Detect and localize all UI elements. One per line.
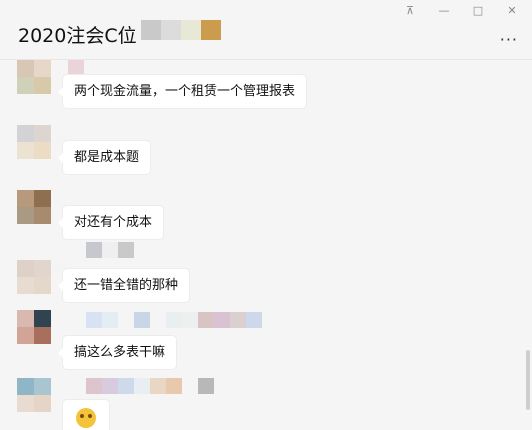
avatar[interactable] [17, 378, 51, 412]
message-bubble[interactable]: 还一错全错的那种 [57, 269, 190, 302]
more-icon[interactable]: ··· [500, 30, 518, 49]
chat-window: 2020注会C位 ⊼ — □ ✕ ··· 两个现金流量，一个租赁一个管理报表 都… [0, 0, 532, 430]
sender-name-redacted [68, 60, 84, 76]
emoji-bubble[interactable] [63, 400, 109, 430]
pin-icon[interactable]: ⊼ [404, 4, 416, 17]
avatar[interactable] [17, 310, 51, 344]
sender-name-redacted [86, 312, 262, 328]
title-bar: 2020注会C位 ⊼ — □ ✕ ··· [0, 0, 532, 60]
avatar[interactable] [17, 60, 51, 94]
message-bubble[interactable]: 搞这么多表干嘛 [57, 336, 177, 369]
message-bubble[interactable]: 对还有个成本 [57, 206, 164, 239]
crying-face-emoji-icon [76, 408, 96, 428]
chat-title: 2020注会C位 [18, 25, 137, 47]
avatar[interactable] [17, 125, 51, 159]
avatar[interactable] [17, 190, 51, 224]
title-redacted [141, 20, 221, 40]
sender-name-redacted [86, 242, 134, 258]
close-icon[interactable]: ✕ [506, 4, 518, 17]
message-list[interactable]: 两个现金流量，一个租赁一个管理报表 都是成本题 对还有个成本 还一错全错的那种 … [0, 60, 532, 430]
sender-name-redacted [86, 378, 214, 394]
scrollbar[interactable] [526, 350, 530, 410]
minimize-icon[interactable]: — [438, 4, 450, 17]
avatar[interactable] [17, 260, 51, 294]
message-bubble[interactable]: 都是成本题 [57, 141, 151, 174]
maximize-icon[interactable]: □ [472, 4, 484, 17]
window-controls: ⊼ — □ ✕ [404, 4, 518, 17]
message-bubble[interactable]: 两个现金流量，一个租赁一个管理报表 [57, 75, 307, 108]
